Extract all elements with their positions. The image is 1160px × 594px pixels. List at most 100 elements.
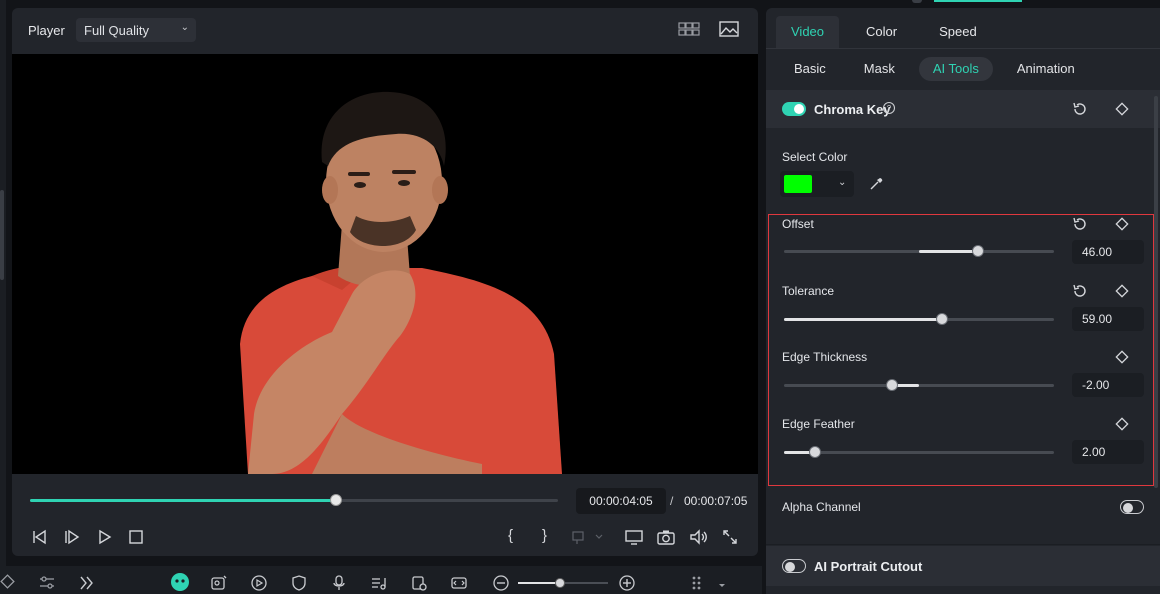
next-frame-icon[interactable] xyxy=(62,528,82,546)
chroma-key-toggle[interactable] xyxy=(782,102,806,116)
tolerance-slider-fill xyxy=(784,318,942,321)
preview-frame xyxy=(240,91,562,474)
subtab-animation[interactable]: Animation xyxy=(1003,57,1089,81)
ai-image-icon[interactable] xyxy=(210,574,228,592)
color-picker-dropdown[interactable]: ⌄ xyxy=(780,171,854,197)
image-icon[interactable] xyxy=(718,20,740,38)
quality-value: Full Quality xyxy=(84,23,150,38)
playhead-handle[interactable] xyxy=(330,494,343,506)
edge-feather-label: Edge Feather xyxy=(782,417,855,431)
eyedropper-icon[interactable] xyxy=(868,176,884,192)
properties-panel: Video Color Speed Basic Mask AI Tools An… xyxy=(766,8,1160,594)
offset-slider[interactable] xyxy=(784,245,1054,257)
top-indicator-dot xyxy=(912,0,922,3)
edge-feather-slider[interactable] xyxy=(784,446,1054,458)
subtab-ai-tools[interactable]: AI Tools xyxy=(918,57,993,81)
stop-icon[interactable] xyxy=(126,528,146,546)
playback-progress-fill xyxy=(30,499,337,502)
zoom-slider-handle[interactable] xyxy=(555,578,566,588)
tab-color[interactable]: Color xyxy=(851,16,912,48)
zoom-slider[interactable] xyxy=(518,578,608,588)
adjust-sliders-icon[interactable] xyxy=(38,574,56,592)
grid-layout-icon[interactable] xyxy=(678,20,700,38)
left-scroll-notch[interactable] xyxy=(0,190,4,280)
sub-tabs: Basic Mask AI Tools Animation xyxy=(780,57,1099,81)
reset-icon[interactable] xyxy=(1072,101,1088,117)
offset-label: Offset xyxy=(782,217,814,231)
tolerance-value-input[interactable]: 59.00 xyxy=(1072,307,1144,331)
help-icon[interactable]: ? xyxy=(882,101,896,115)
keyframe-diamond-icon[interactable] xyxy=(1114,216,1130,232)
alpha-channel-toggle[interactable] xyxy=(1120,500,1144,514)
keyframe-diamond-icon[interactable] xyxy=(1114,349,1130,365)
play-icon[interactable] xyxy=(94,528,114,546)
ai-copilot-icon[interactable] xyxy=(170,572,190,592)
marker-dropdown-icon[interactable] xyxy=(570,528,604,546)
edge-thickness-label: Edge Thickness xyxy=(782,350,868,364)
double-chevron-right-icon[interactable] xyxy=(78,574,96,592)
prev-frame-icon[interactable] xyxy=(30,528,50,546)
top-accent-bar xyxy=(934,0,1022,2)
current-time[interactable]: 00:00:04:05 xyxy=(576,488,666,514)
chroma-key-title: Chroma Key xyxy=(814,102,891,117)
keyframe-diamond-icon[interactable] xyxy=(1114,101,1130,117)
section-divider xyxy=(766,544,1160,545)
toggle-knob xyxy=(785,561,795,572)
select-color-label: Select Color xyxy=(782,150,848,164)
edge-thickness-slider[interactable] xyxy=(784,379,1054,391)
ai-portrait-toggle[interactable] xyxy=(782,559,806,573)
subtab-basic[interactable]: Basic xyxy=(780,57,840,81)
tabs-divider xyxy=(766,48,1160,49)
chevron-down-icon: ⌄ xyxy=(180,22,189,33)
audio-list-icon[interactable] xyxy=(370,574,388,592)
player-header: Player Full Quality ⌄ xyxy=(12,8,758,52)
subtab-mask[interactable]: Mask xyxy=(850,57,909,81)
player-panel: Player Full Quality ⌄ 00:00:04:05 / 00:0… xyxy=(12,8,758,556)
playback-progress[interactable] xyxy=(30,494,558,506)
zoom-in-icon[interactable] xyxy=(618,574,636,592)
zoom-out-icon[interactable] xyxy=(492,574,510,592)
shield-icon[interactable] xyxy=(290,574,308,592)
edge-thickness-slider-handle[interactable] xyxy=(886,379,898,391)
fullscreen-icon[interactable] xyxy=(720,528,740,546)
tab-video[interactable]: Video xyxy=(776,16,840,48)
edge-feather-value-input[interactable]: 2.00 xyxy=(1072,440,1144,464)
tolerance-slider-handle[interactable] xyxy=(935,313,948,325)
svg-text:?: ? xyxy=(887,104,892,113)
panel-scrollbar[interactable] xyxy=(1154,96,1158,488)
volume-icon[interactable] xyxy=(688,528,708,546)
display-settings-icon[interactable] xyxy=(624,528,644,546)
toggle-knob xyxy=(1123,502,1133,513)
ai-portrait-section-header: AI Portrait Cutout xyxy=(766,546,1160,586)
keyframe-diamond-icon[interactable] xyxy=(1114,283,1130,299)
edge-feather-slider-handle[interactable] xyxy=(809,446,822,458)
timeline-toolbar xyxy=(0,566,762,594)
quality-select[interactable]: Full Quality ⌄ xyxy=(76,18,196,42)
edge-thickness-value-input[interactable]: -2.00 xyxy=(1072,373,1144,397)
offset-value-input[interactable]: 46.00 xyxy=(1072,240,1144,264)
fit-width-icon[interactable] xyxy=(450,574,468,592)
layout-menu-icon[interactable] xyxy=(690,574,730,592)
tolerance-slider[interactable] xyxy=(784,313,1054,325)
mark-in-button[interactable]: { xyxy=(508,527,528,545)
video-viewer[interactable] xyxy=(12,54,758,474)
chevron-down-icon: ⌄ xyxy=(838,177,847,188)
keyframe-diamond-icon[interactable] xyxy=(1114,416,1130,432)
main-tabs: Video Color Speed xyxy=(776,16,1004,48)
left-edge-strip xyxy=(0,0,6,594)
tab-speed[interactable]: Speed xyxy=(924,16,992,48)
microphone-icon[interactable] xyxy=(330,574,348,592)
total-time: 00:00:07:05 xyxy=(684,494,748,508)
player-label: Player xyxy=(28,23,65,38)
snapshot-icon[interactable] xyxy=(656,528,676,546)
replace-media-icon[interactable] xyxy=(410,574,428,592)
reset-icon[interactable] xyxy=(1072,283,1088,299)
keyframe-icon[interactable] xyxy=(0,574,18,592)
toggle-knob xyxy=(794,104,804,114)
alpha-channel-label: Alpha Channel xyxy=(782,500,861,514)
tolerance-label: Tolerance xyxy=(782,284,835,298)
mark-out-button[interactable]: } xyxy=(542,527,562,545)
offset-slider-fill xyxy=(919,250,979,253)
reset-icon[interactable] xyxy=(1072,216,1088,232)
play-circle-icon[interactable] xyxy=(250,574,268,592)
